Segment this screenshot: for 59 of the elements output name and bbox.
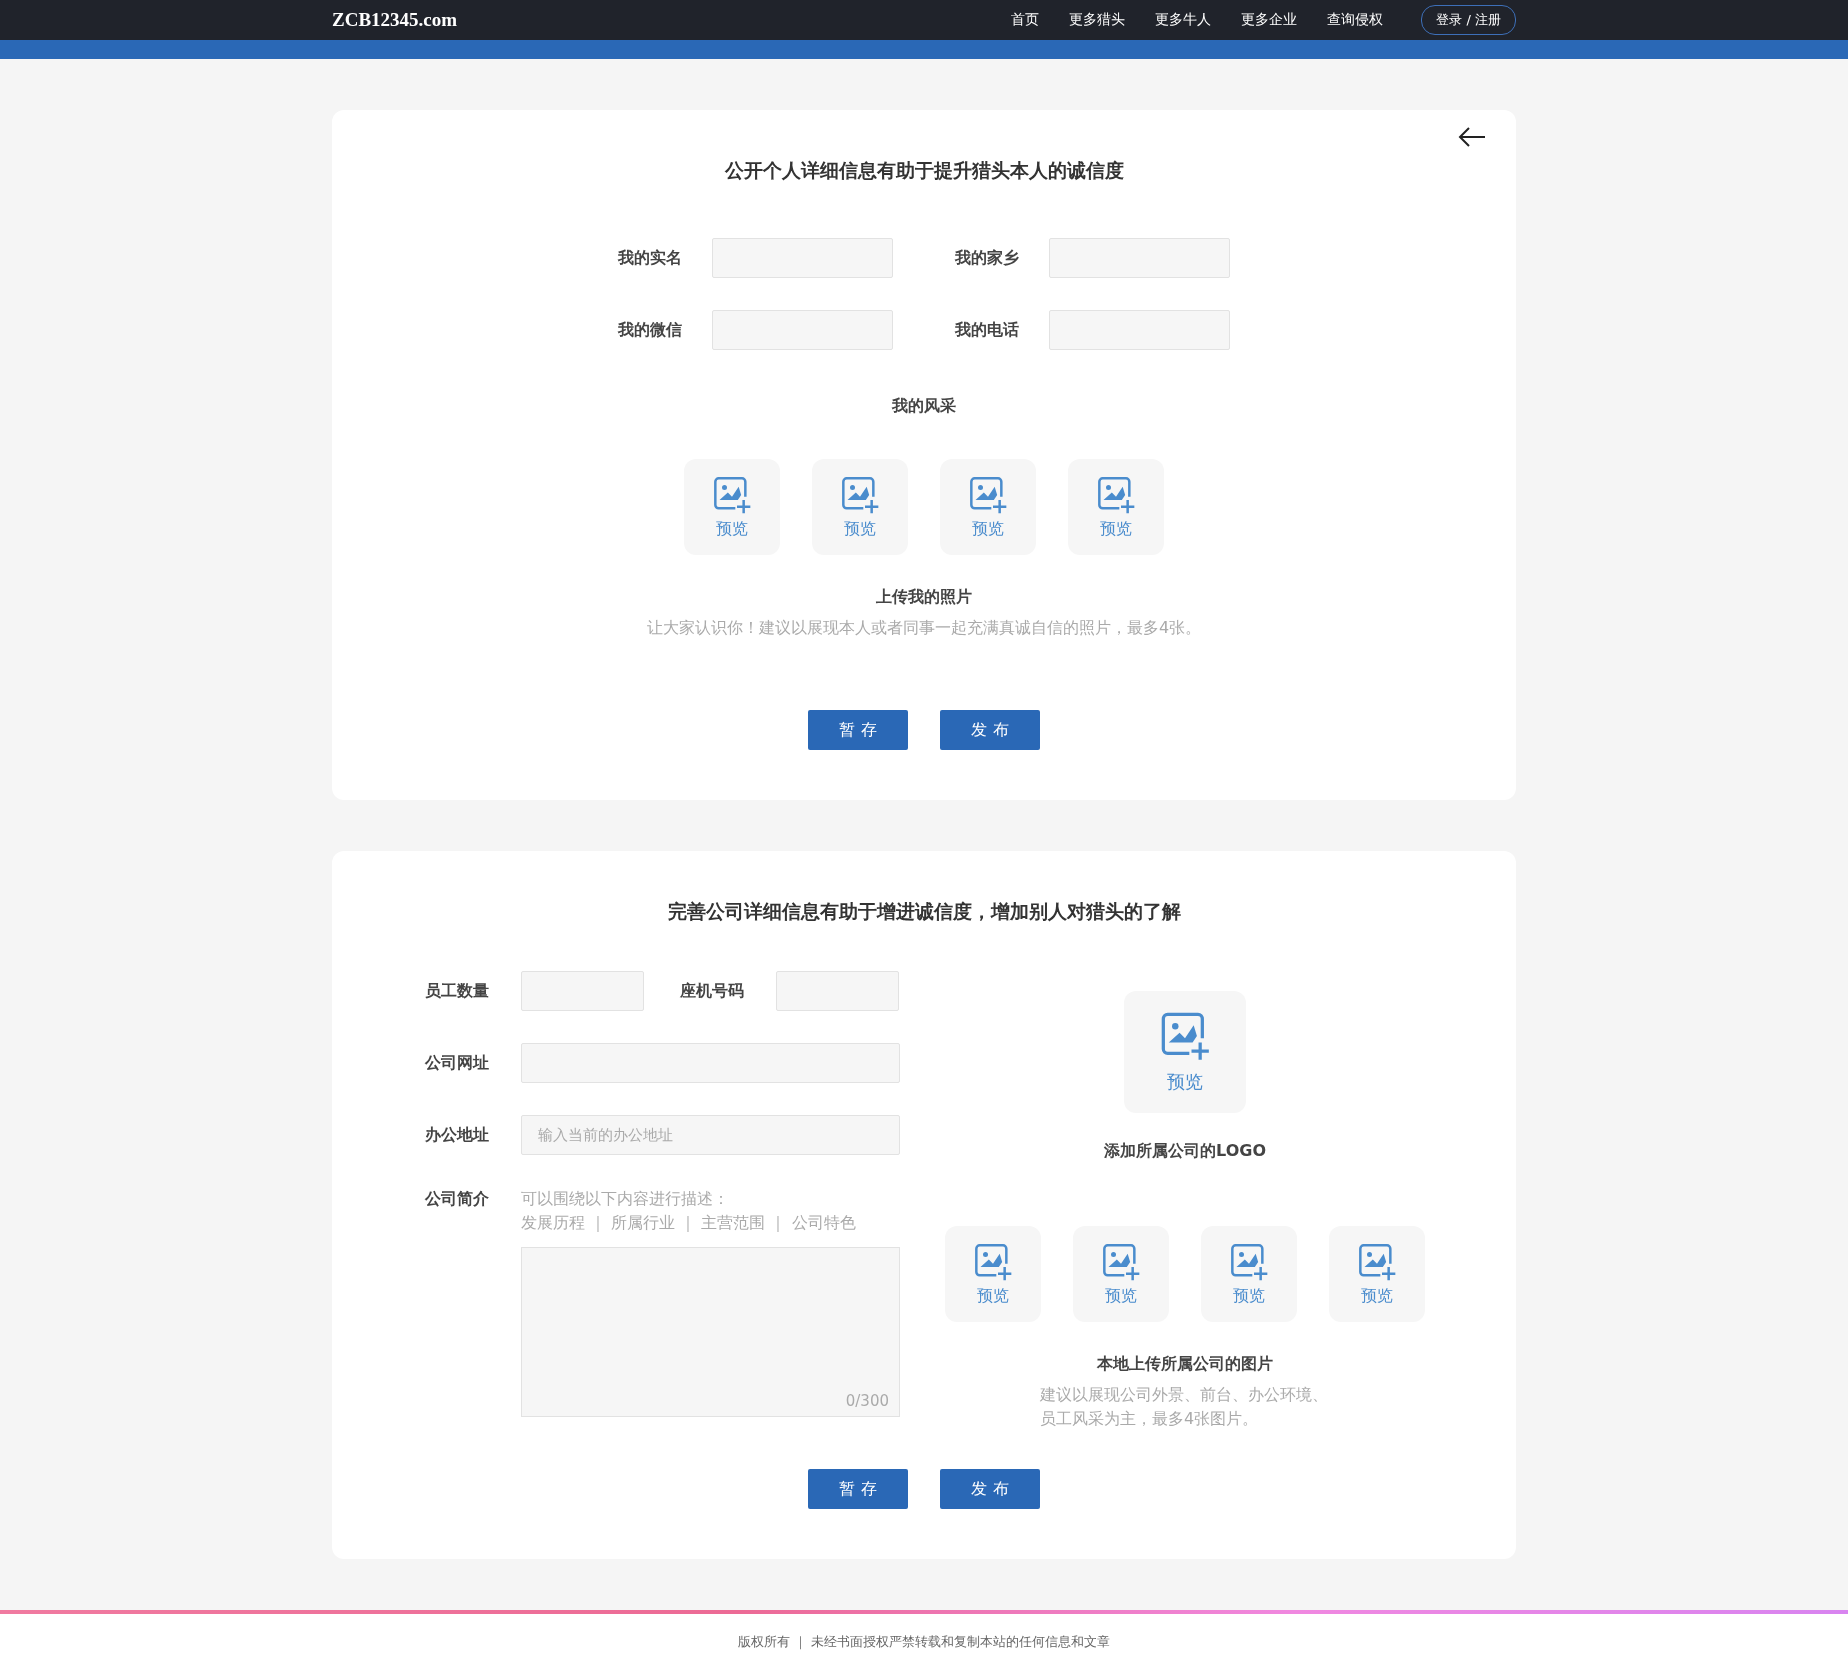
character-counter: 0/300 [845,1392,889,1410]
field-label: 我的实名 [618,247,682,269]
image-upload-tile[interactable]: 预览 [1073,1226,1169,1322]
image-upload-tile[interactable]: 预览 [812,459,908,555]
nav-link[interactable]: 更多企业 [1241,11,1298,29]
nav-link[interactable]: 首页 [1011,11,1040,29]
input-field[interactable] [712,238,893,278]
image-add-icon [1357,1241,1397,1282]
image-add-icon [968,474,1008,515]
save-draft-button[interactable]: 暂 存 [808,710,908,750]
image-upload-tile[interactable]: 预览 [945,1226,1041,1322]
hint-text: 发展历程 ｜ 所属行业 ｜ 主营范围 ｜ 公司特色 [521,1212,857,1234]
nav-link[interactable]: 查询侵权 [1327,11,1384,29]
site-logo[interactable]: ZCB12345.com [332,9,458,31]
input-field[interactable] [521,971,644,1011]
publish-button[interactable]: 发 布 [940,710,1040,750]
image-add-icon [1159,1010,1211,1062]
field-label: 我的电话 [955,319,1019,341]
field-label: 员工数量 [425,980,490,1002]
image-upload-tile[interactable]: 预览 [684,459,780,555]
image-upload-tile[interactable]: 预览 [1201,1226,1297,1322]
nav-link[interactable]: 更多猎头 [1069,11,1126,29]
footer-text: 版权所有 ｜ 未经书面授权严禁转载和复制本站的任何信息和文章 [737,1633,1111,1651]
input-field[interactable] [1049,310,1230,350]
image-add-icon [1229,1241,1269,1282]
upload-hint: 让大家认识你！建议以展现本人或者同事一起充满真诚自信的照片，最多4张。 [646,617,1202,639]
login-button[interactable]: 登录 / 注册 [1421,5,1516,35]
field-label: 座机号码 [680,980,745,1002]
upload-hint: 建议以展现公司外景、前台、办公环境、员工风采为主，最多4张图片。 [1040,1384,1329,1430]
publish-button[interactable]: 发 布 [940,1469,1040,1509]
image-add-icon [1096,474,1136,515]
field-label: 办公地址 [425,1124,490,1146]
image-upload-tile[interactable]: 预览 [1329,1226,1425,1322]
upload-title: 本地上传所属公司的图片 [1097,1354,1273,1375]
field-label: 公司简介 [425,1188,490,1210]
input-field[interactable] [712,310,893,350]
hint-text: 可以围绕以下内容进行描述： [521,1188,730,1210]
image-upload-tile[interactable]: 预览 [1124,991,1246,1113]
input-field[interactable] [776,971,899,1011]
logo-label: 添加所属公司的LOGO [1104,1141,1266,1162]
save-draft-button[interactable]: 暂 存 [808,1469,908,1509]
back-arrow-icon[interactable] [1458,126,1486,148]
gallery-label: 我的风采 [892,396,956,417]
section-title: 公开个人详细信息有助于提升猎头本人的诚信度 [724,158,1124,183]
image-upload-tile[interactable]: 预览 [1068,459,1164,555]
upload-title: 上传我的照片 [876,587,972,608]
nav-link[interactable]: 更多牛人 [1155,11,1212,29]
field-label: 公司网址 [425,1052,490,1074]
field-label: 我的家乡 [955,247,1019,269]
image-add-icon [1101,1241,1141,1282]
image-upload-tile[interactable]: 预览 [940,459,1036,555]
input-field[interactable]: 输入当前的办公地址 [521,1115,900,1155]
image-add-icon [712,474,752,515]
section-title: 完善公司详细信息有助于增进诚信度，增加别人对猎头的了解 [667,899,1181,924]
image-add-icon [840,474,880,515]
input-field[interactable] [1049,238,1230,278]
field-label: 我的微信 [618,319,682,341]
image-add-icon [973,1241,1013,1282]
input-field[interactable] [521,1043,900,1083]
